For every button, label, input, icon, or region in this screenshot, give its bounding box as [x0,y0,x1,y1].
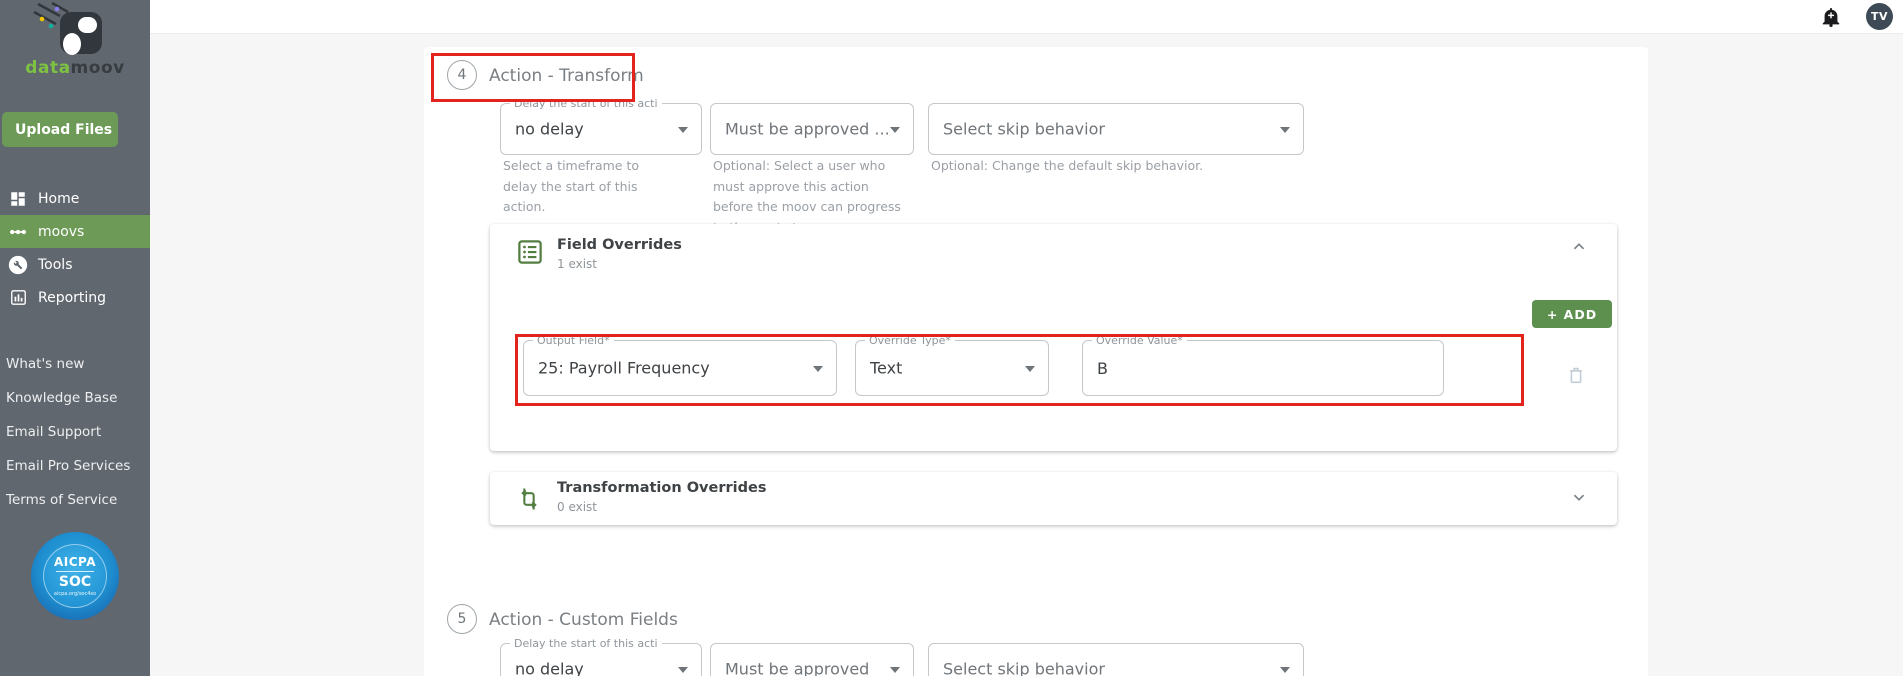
link-email-pro-services[interactable]: Email Pro Services [6,458,130,474]
field-overrides-count: 1 exist [557,257,598,271]
upload-files-button[interactable]: Upload Files [2,112,118,147]
transformation-overrides-card: Transformation Overrides 0 exist [490,472,1617,525]
bar-chart-icon [8,288,28,308]
field-overrides-title: Field Overrides [557,237,682,253]
chevron-down-icon [890,127,900,133]
field-overrides-icon [518,240,542,264]
override-value-field: Override Value* [1082,334,1444,396]
skip-helper-text: Optional: Change the default skip behavi… [931,158,1204,173]
sidebar-item-tools[interactable]: Tools [0,248,150,281]
delay-select-label: Delay the start of this acti [510,97,662,110]
badge-url-label: aicpa.org/soc4so [53,590,97,597]
sidebar-item-label: Home [38,190,80,207]
wordmark-green: data [25,58,71,78]
chevron-down-icon [1280,127,1290,133]
expand-chevron-down-icon[interactable] [1568,486,1590,508]
chevron-down-icon [678,127,688,133]
chevron-down-icon [890,667,900,673]
sidebar: datamoov Upload Files Home moovs Tools R… [0,0,150,676]
sidebar-item-label: Tools [38,256,73,273]
delay-select-step5[interactable]: Delay the start of this acti no delay [500,637,702,676]
delay-helper-text: Select a timeframe to delay the start of… [503,158,639,215]
app-screen: datamoov Upload Files Home moovs Tools R… [0,0,1903,676]
badge-divider [56,570,94,572]
delay-select-label: Delay the start of this acti [510,637,662,650]
override-type-value: Text [870,358,903,378]
skip-behavior-select-value: Select skip behavior [943,659,1105,676]
link-email-support[interactable]: Email Support [6,424,101,440]
link-terms-of-service[interactable]: Terms of Service [6,492,117,508]
sidebar-item-label: Reporting [38,289,107,306]
dashboard-icon [8,189,28,209]
badge-program-label: SOC [58,573,92,590]
approver-select-step5[interactable]: Must be approved [710,643,914,676]
output-field-value: 25: Payroll Frequency [538,358,710,378]
delay-select-value: no delay [515,659,584,676]
step4-title: Action - Transform [489,66,644,86]
output-field-label: Output Field* [533,334,614,347]
skip-behavior-select[interactable]: Select skip behavior [928,103,1304,155]
wrench-icon [8,255,28,275]
datamoov-wordmark: datamoov [0,58,150,78]
field-overrides-card: Field Overrides 1 exist + ADD Output Fie… [490,224,1617,451]
notification-bell-icon[interactable] [1820,5,1842,29]
sidebar-item-moovs[interactable]: moovs [0,215,150,248]
aicpa-soc-badge: AICPA SOC aicpa.org/soc4so [31,532,119,620]
aicpa-soc-badge-inner: AICPA SOC aicpa.org/soc4so [43,544,107,608]
add-override-button[interactable]: + ADD [1532,300,1612,328]
approver-select-value: Must be approved [725,659,870,676]
sidebar-item-reporting[interactable]: Reporting [0,281,150,314]
chevron-down-icon [1280,667,1290,673]
override-value-input[interactable] [1097,341,1417,395]
chevron-down-icon [678,667,688,673]
transformation-overrides-icon [521,488,537,510]
approver-select-value: Must be approved ... [725,119,890,139]
transformation-overrides-title: Transformation Overrides [557,480,767,496]
chevron-down-icon [813,366,823,372]
skip-behavior-select-value: Select skip behavior [943,119,1105,139]
override-type-select[interactable]: Override Type* Text [855,334,1049,396]
chevron-down-icon [1025,366,1035,372]
collapse-chevron-up-icon[interactable] [1568,236,1590,258]
skip-behavior-select-step5[interactable]: Select skip behavior [928,643,1304,676]
badge-org-label: AICPA [53,554,97,569]
link-knowledge-base[interactable]: Knowledge Base [6,390,117,406]
override-type-label: Override Type* [865,334,955,347]
transformation-overrides-count: 0 exist [557,500,598,514]
step5-title: Action - Custom Fields [489,610,678,630]
sidebar-item-home[interactable]: Home [0,182,150,215]
user-avatar[interactable]: TV [1866,3,1893,30]
output-field-select[interactable]: Output Field* 25: Payroll Frequency [523,334,837,396]
step4-number: 4 [447,60,477,90]
link-whats-new[interactable]: What's new [6,356,84,372]
topbar: TV [150,0,1903,34]
delete-override-trash-icon[interactable] [1565,363,1587,387]
wordmark-dark: moov [70,58,125,78]
delay-select[interactable]: Delay the start of this acti no delay [500,97,702,155]
approver-select[interactable]: Must be approved ... [710,103,914,155]
delay-select-value: no delay [515,119,584,139]
moovs-dots-icon [8,222,28,242]
datamoov-logo-icon [33,2,102,55]
sidebar-item-label: moovs [38,223,85,240]
step5-number: 5 [447,604,477,634]
